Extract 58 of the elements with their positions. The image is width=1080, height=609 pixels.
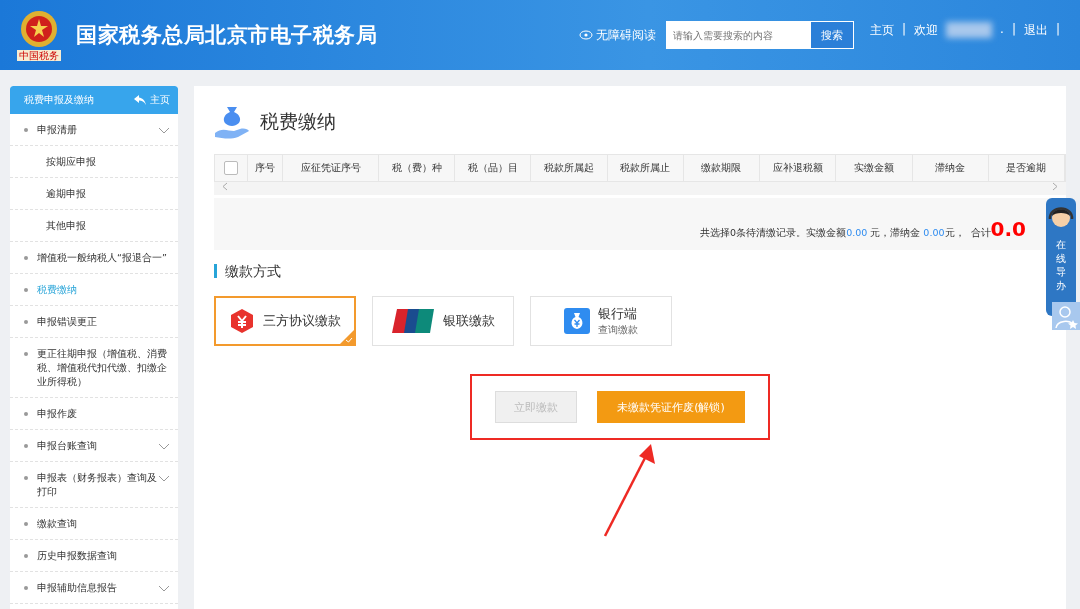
separator-text: | — [1011, 22, 1016, 36]
sidebar-item[interactable]: 逾期申报 — [10, 178, 178, 210]
separator-text: . — [1000, 22, 1004, 36]
column-header: 缴款期限 — [683, 155, 761, 181]
hexagon-yuan-icon — [229, 308, 255, 334]
blurred-username — [946, 22, 993, 38]
site-title: 国家税务总局北京市电子税务局 — [76, 22, 377, 49]
sidebar-item[interactable]: 申报清册 — [10, 114, 178, 146]
sidebar-item[interactable]: 增值税一般纳税人“报退合一” — [10, 242, 178, 274]
sidebar-item[interactable]: 按期应申报 — [10, 146, 178, 178]
header-link[interactable]: 退出 — [1023, 22, 1048, 39]
column-header: 应征凭证序号 — [283, 155, 379, 181]
money-bag-icon — [564, 308, 590, 334]
payment-method-option[interactable]: 三方协议缴款 — [214, 296, 356, 346]
card-logo-icon — [391, 308, 435, 334]
sidebar-item[interactable]: 更正往期申报（增值税、消费税、增值税代扣代缴、扣缴企业所得税） — [10, 338, 178, 398]
search-button[interactable]: 搜索 — [811, 22, 853, 48]
summary-text: 共选择0条待清缴记录。实缴金额0.00 元，滞纳金 0.00元， 合计 — [700, 227, 991, 240]
scroll-left-icon[interactable] — [222, 182, 228, 191]
check-icon — [340, 330, 354, 344]
column-header: 税（品）目 — [455, 155, 532, 181]
select-all-checkbox[interactable] — [224, 161, 238, 175]
column-header: 滞纳金 — [912, 155, 989, 181]
column-header: 是否逾期 — [988, 155, 1065, 181]
column-header: 应补退税额 — [760, 155, 837, 181]
column-header: 序号 — [248, 155, 283, 181]
sidebar-item[interactable]: 申报台账查询 — [10, 430, 178, 462]
sidebar-item[interactable]: 申报辅助信息报告 — [10, 572, 178, 604]
chevron-down-icon — [158, 127, 170, 134]
chevron-down-icon — [158, 475, 170, 482]
chevron-down-icon — [158, 443, 170, 450]
sidebar-item[interactable]: 申报作废 — [10, 398, 178, 430]
eye-icon — [579, 30, 593, 40]
page-title: 税费缴纳 — [260, 109, 336, 134]
separator-text: | — [1055, 22, 1060, 36]
column-header: 税款所属止 — [607, 155, 684, 181]
emblem-icon — [19, 9, 59, 49]
column-header: 税（费）种 — [379, 155, 456, 181]
online-guide-button[interactable]: 在线导办 — [1046, 198, 1076, 316]
emblem-caption: 中国税务 — [17, 50, 61, 61]
horizontal-scrollbar[interactable] — [214, 182, 1066, 195]
column-header: 税款所属起 — [531, 155, 608, 181]
separator-text: | — [902, 22, 907, 36]
payment-method-option[interactable]: 银行端 查询缴款 — [530, 296, 672, 346]
sidebar-item[interactable]: 申报错误更正 — [10, 306, 178, 338]
search-field[interactable]: 请输入需要搜索的内容 搜索 — [666, 21, 854, 49]
sidebar-title: 税费申报及缴纳 — [24, 93, 94, 107]
chevron-down-icon — [158, 585, 170, 592]
sidebar-item[interactable]: 申报表（财务报表）查询及打印 — [10, 462, 178, 508]
sidebar-item[interactable]: 历史申报数据查询 — [10, 540, 178, 572]
total-amount: 0.0 — [990, 218, 1026, 240]
sidebar-item[interactable]: 缴款查询 — [10, 508, 178, 540]
sidebar-item[interactable]: 其他申报 — [10, 210, 178, 242]
column-header: 实缴金额 — [836, 155, 913, 181]
header-link[interactable]: 欢迎 — [914, 22, 939, 39]
payment-method-option[interactable]: 银联缴款 — [372, 296, 514, 346]
scroll-right-icon[interactable] — [1052, 182, 1058, 191]
back-arrow-icon — [134, 95, 146, 105]
